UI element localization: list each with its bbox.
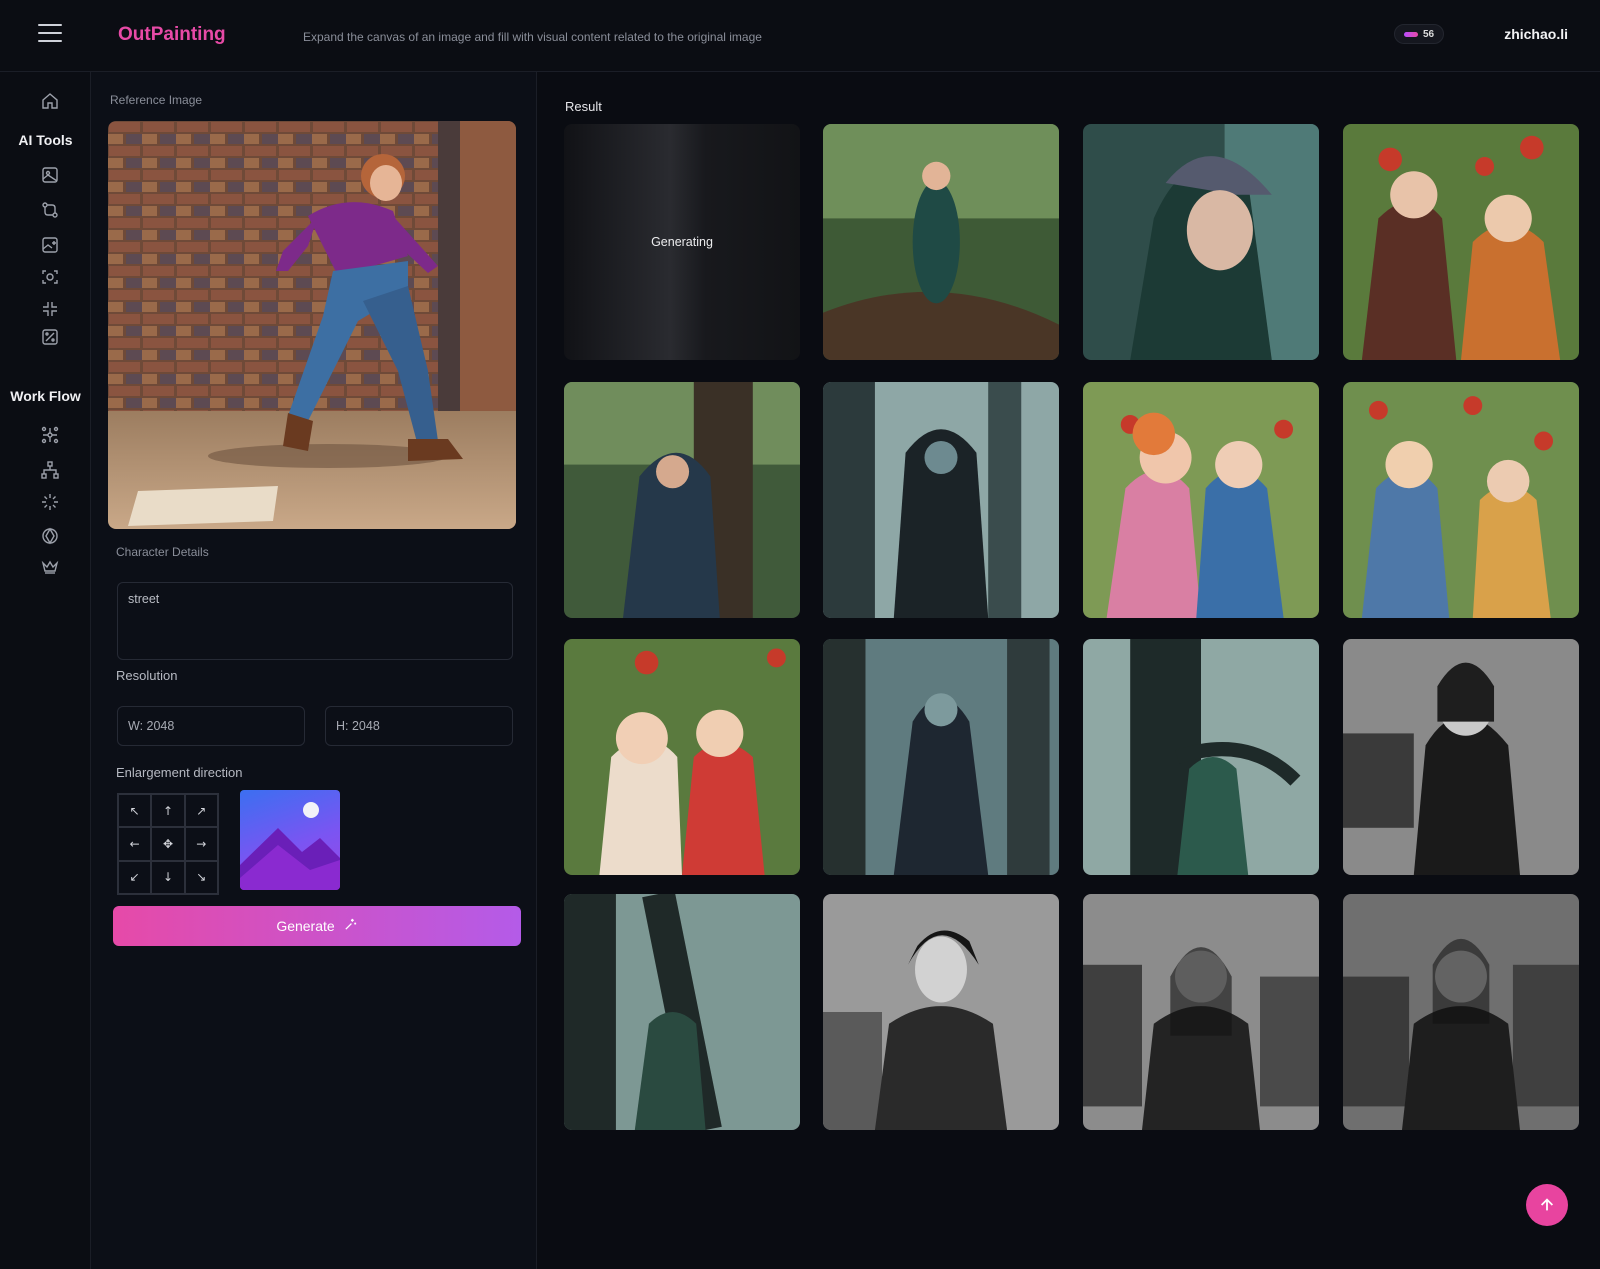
reference-image[interactable] bbox=[108, 121, 516, 529]
menu-icon[interactable] bbox=[38, 24, 62, 44]
direction-down[interactable]: ↓ bbox=[151, 860, 185, 894]
result-image[interactable] bbox=[1343, 894, 1579, 1130]
result-image[interactable] bbox=[823, 639, 1059, 875]
nodes-icon[interactable] bbox=[40, 425, 60, 445]
direction-left[interactable]: ← bbox=[118, 827, 152, 861]
image-icon[interactable] bbox=[40, 165, 60, 185]
results-panel: Result Generating bbox=[537, 72, 1600, 1269]
settings-panel: Reference Image Character Details street… bbox=[91, 72, 537, 1269]
direction-up-left[interactable]: ↖ bbox=[118, 794, 152, 828]
face-scan-icon[interactable] bbox=[40, 267, 60, 287]
enlargement-direction-label: Enlargement direction bbox=[116, 765, 243, 780]
resolution-label: Resolution bbox=[116, 668, 178, 683]
page-subtitle: Expand the canvas of an image and fill w… bbox=[303, 30, 762, 44]
scroll-to-top-button[interactable] bbox=[1526, 1184, 1568, 1226]
results-title: Result bbox=[565, 99, 602, 114]
generate-button[interactable]: Generate bbox=[113, 906, 521, 946]
crown-icon[interactable] bbox=[40, 557, 60, 577]
collapse-icon[interactable] bbox=[40, 299, 60, 319]
image-sparkle-icon[interactable] bbox=[40, 327, 60, 347]
direction-down-left[interactable]: ↙ bbox=[118, 860, 152, 894]
character-details-input[interactable]: street bbox=[117, 582, 513, 660]
result-image[interactable] bbox=[564, 382, 800, 618]
nav-section-workflow: Work Flow bbox=[10, 388, 81, 404]
loader-icon[interactable] bbox=[40, 492, 60, 512]
reference-image-label: Reference Image bbox=[110, 93, 203, 107]
direction-all[interactable]: ✥ bbox=[151, 827, 185, 861]
result-image[interactable] bbox=[823, 124, 1059, 360]
home-icon[interactable] bbox=[40, 91, 60, 111]
result-image[interactable] bbox=[1083, 382, 1319, 618]
direction-up[interactable]: ↑ bbox=[151, 794, 185, 828]
credits-badge[interactable]: 56 bbox=[1394, 24, 1444, 44]
character-details-label: Character Details bbox=[116, 545, 209, 559]
result-image[interactable] bbox=[1343, 382, 1579, 618]
arrow-up-icon bbox=[1540, 1198, 1554, 1211]
image-preview-icon bbox=[240, 790, 340, 890]
height-field[interactable]: H: 2048 bbox=[325, 706, 513, 746]
credits-count: 56 bbox=[1422, 28, 1435, 40]
result-image[interactable] bbox=[1343, 639, 1579, 875]
result-image[interactable] bbox=[564, 894, 800, 1130]
app-title: OutPainting bbox=[118, 24, 226, 45]
generating-label: Generating bbox=[651, 235, 713, 249]
result-image[interactable] bbox=[823, 382, 1059, 618]
result-image[interactable] bbox=[1083, 639, 1319, 875]
generate-label: Generate bbox=[276, 918, 335, 934]
direction-down-right[interactable]: ↘ bbox=[184, 860, 218, 894]
top-bar: OutPainting Expand the canvas of an imag… bbox=[0, 0, 1600, 72]
direction-up-right[interactable]: ↗ bbox=[184, 794, 218, 828]
swap-icon[interactable] bbox=[40, 200, 60, 220]
username[interactable]: zhichao.li bbox=[1504, 26, 1568, 42]
sparkle-wand-icon bbox=[343, 917, 358, 935]
nav-section-ai-tools: AI Tools bbox=[18, 132, 73, 148]
result-image[interactable] bbox=[1343, 124, 1579, 360]
result-image[interactable] bbox=[1083, 894, 1319, 1130]
credits-icon bbox=[1403, 31, 1418, 37]
result-image[interactable] bbox=[564, 639, 800, 875]
width-field[interactable]: W: 2048 bbox=[117, 706, 305, 746]
side-nav: AI Tools Work Flow bbox=[0, 72, 91, 1269]
direction-right[interactable]: → bbox=[184, 827, 218, 861]
result-card-generating: Generating bbox=[564, 124, 800, 360]
result-image[interactable] bbox=[1083, 124, 1319, 360]
direction-grid: ↖ ↑ ↗ ← ✥ → ↙ ↓ ↘ bbox=[117, 793, 219, 895]
aperture-icon[interactable] bbox=[40, 526, 60, 546]
hierarchy-icon[interactable] bbox=[40, 460, 60, 480]
image-edit-icon[interactable] bbox=[40, 235, 60, 255]
result-image[interactable] bbox=[823, 894, 1059, 1130]
